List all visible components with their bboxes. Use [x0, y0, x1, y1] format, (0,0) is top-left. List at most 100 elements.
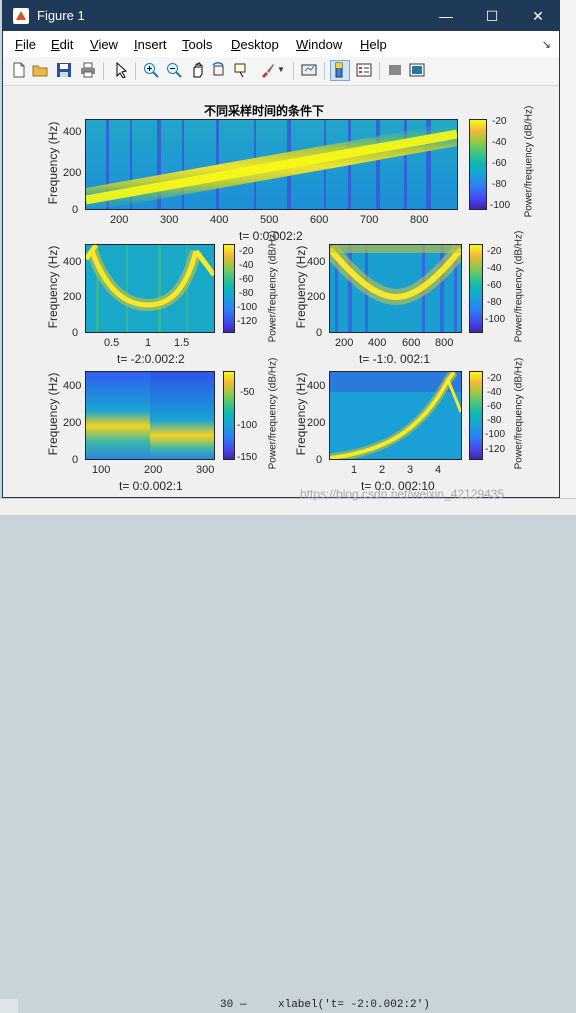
legend-icon[interactable] — [356, 62, 372, 78]
show-plot-tools-icon[interactable] — [409, 62, 425, 78]
figure-toolbar: ▼ — [3, 57, 559, 86]
new-figure-icon[interactable] — [11, 62, 27, 78]
window-title: Figure 1 — [37, 8, 85, 23]
colorbar-tick: -20 — [492, 116, 507, 127]
colorbar-tick: -40 — [487, 387, 502, 398]
colorbar-tick: -20 — [239, 246, 254, 257]
mid-left-ylabel: Frequency (Hz) — [46, 245, 60, 329]
colorbar-tick: -100 — [485, 429, 506, 440]
data-cursor-icon[interactable] — [233, 62, 249, 78]
x-tick: 1.5 — [174, 337, 190, 349]
bottom-right-colorbar[interactable] — [469, 371, 483, 460]
x-tick: 100 — [92, 464, 111, 476]
line-marker: — — [240, 999, 247, 1011]
x-tick: 400 — [210, 214, 229, 226]
close-button[interactable]: ✕ — [515, 1, 561, 31]
colorbar-tick: -60 — [487, 280, 502, 291]
bottom-right-spectrogram-axes[interactable] — [329, 371, 462, 460]
figure-canvas[interactable]: 不同采样时间的条件下 Frequency (Hz) 400 200 0 200 … — [3, 86, 559, 497]
bottom-right-ylabel: Frequency (Hz) — [294, 372, 308, 456]
colorbar-tick: -100 — [237, 302, 258, 313]
hide-plot-tools-icon[interactable] — [387, 62, 403, 78]
link-plot-icon[interactable] — [301, 62, 317, 78]
x-tick: 700 — [360, 214, 379, 226]
watermark: https://blog.csdn.net/weixin_42129435 — [300, 487, 505, 501]
top-spectrogram-image — [86, 120, 457, 209]
mid-left-colorbar[interactable] — [223, 244, 235, 333]
minimize-button[interactable]: — — [423, 1, 469, 31]
y-tick: 200 — [307, 417, 326, 429]
toolbar-separator — [379, 62, 380, 80]
menu-help[interactable]: Help — [360, 37, 387, 52]
menu-tools[interactable]: Tools — [182, 37, 212, 52]
colorbar-label: Power/frequency (dB/Hz) — [267, 230, 279, 343]
colorbar-icon[interactable] — [332, 62, 348, 78]
y-tick: 400 — [307, 256, 326, 268]
colorbar-tick: -80 — [239, 288, 254, 299]
x-tick: 300 — [196, 464, 215, 476]
top-spectrogram-axes[interactable] — [85, 119, 458, 210]
colorbar-tick: -40 — [239, 260, 254, 271]
maximize-button[interactable]: ☐ — [469, 1, 515, 31]
x-tick: 600 — [310, 214, 329, 226]
y-tick: 200 — [63, 291, 82, 303]
colorbar-tick: -80 — [487, 297, 502, 308]
zoom-out-icon[interactable] — [166, 62, 182, 78]
x-tick: 200 — [110, 214, 129, 226]
save-icon[interactable] — [56, 62, 72, 78]
print-icon[interactable] — [80, 62, 96, 78]
x-tick: 2 — [379, 464, 386, 476]
colorbar-tick: -40 — [492, 137, 507, 148]
colorbar-tick: -120 — [237, 316, 258, 327]
bottom-left-xlabel: t= 0:0.002:1 — [119, 479, 183, 493]
colorbar-tick: -50 — [240, 387, 255, 398]
y-tick: 0 — [316, 454, 323, 466]
mid-right-colorbar[interactable] — [469, 244, 483, 333]
bottom-right-spectrogram-image — [330, 372, 461, 459]
colorbar-tick: -80 — [487, 415, 502, 426]
colorbar-tick: -20 — [487, 246, 502, 257]
y-tick: 200 — [307, 291, 326, 303]
code-text: xlabel('t= -2:0.002:2') — [278, 999, 430, 1011]
colorbar-label: Power/frequency (dB/Hz) — [513, 230, 525, 343]
menu-insert[interactable]: Insert — [134, 37, 167, 52]
rotate-3d-icon[interactable] — [211, 62, 227, 78]
mid-left-spectrogram-axes[interactable] — [85, 244, 215, 333]
x-tick: 200 — [144, 464, 163, 476]
bottom-left-spectrogram-axes[interactable] — [85, 371, 215, 460]
plot-title: 不同采样时间的条件下 — [204, 104, 325, 118]
bottom-left-colorbar[interactable] — [223, 371, 235, 460]
x-tick: 3 — [407, 464, 414, 476]
pointer-icon[interactable] — [113, 62, 129, 78]
menu-edit[interactable]: Edit — [51, 37, 73, 52]
colorbar-tick: -20 — [487, 373, 502, 384]
x-tick: 4 — [435, 464, 442, 476]
mid-right-spectrogram-axes[interactable] — [329, 244, 462, 333]
brush-icon[interactable] — [259, 62, 275, 78]
title-bar[interactable]: Figure 1 — ☐ ✕ — [3, 1, 559, 31]
top-ylabel: Frequency (Hz) — [46, 121, 60, 205]
open-icon[interactable] — [32, 62, 48, 78]
zoom-in-icon[interactable] — [143, 62, 159, 78]
colorbar-tick: -100 — [490, 200, 511, 211]
mid-left-xlabel: t= -2:0.002:2 — [117, 352, 185, 366]
colorbar-tick: -80 — [492, 179, 507, 190]
dock-figure-icon[interactable]: ↘ — [542, 38, 551, 51]
menu-window[interactable]: Window — [296, 37, 342, 52]
menu-bar: File Edit View Insert Tools Desktop Wind… — [3, 31, 559, 57]
brush-dropdown-icon[interactable]: ▼ — [277, 65, 285, 74]
y-tick: 400 — [307, 380, 326, 392]
colorbar-tick: -60 — [492, 158, 507, 169]
colorbar-tick: -100 — [237, 420, 258, 431]
menu-file[interactable]: File — [15, 37, 36, 52]
bottom-left-ylabel: Frequency (Hz) — [46, 372, 60, 456]
menu-view[interactable]: View — [90, 37, 118, 52]
y-tick: 0 — [72, 454, 79, 466]
menu-desktop[interactable]: Desktop — [231, 37, 279, 52]
colorbar-tick: -40 — [487, 263, 502, 274]
top-colorbar[interactable] — [469, 119, 487, 210]
colorbar-tick: -150 — [237, 452, 258, 463]
toolbar-separator — [324, 62, 325, 80]
pan-icon[interactable] — [189, 62, 205, 78]
y-tick: 0 — [316, 327, 323, 339]
